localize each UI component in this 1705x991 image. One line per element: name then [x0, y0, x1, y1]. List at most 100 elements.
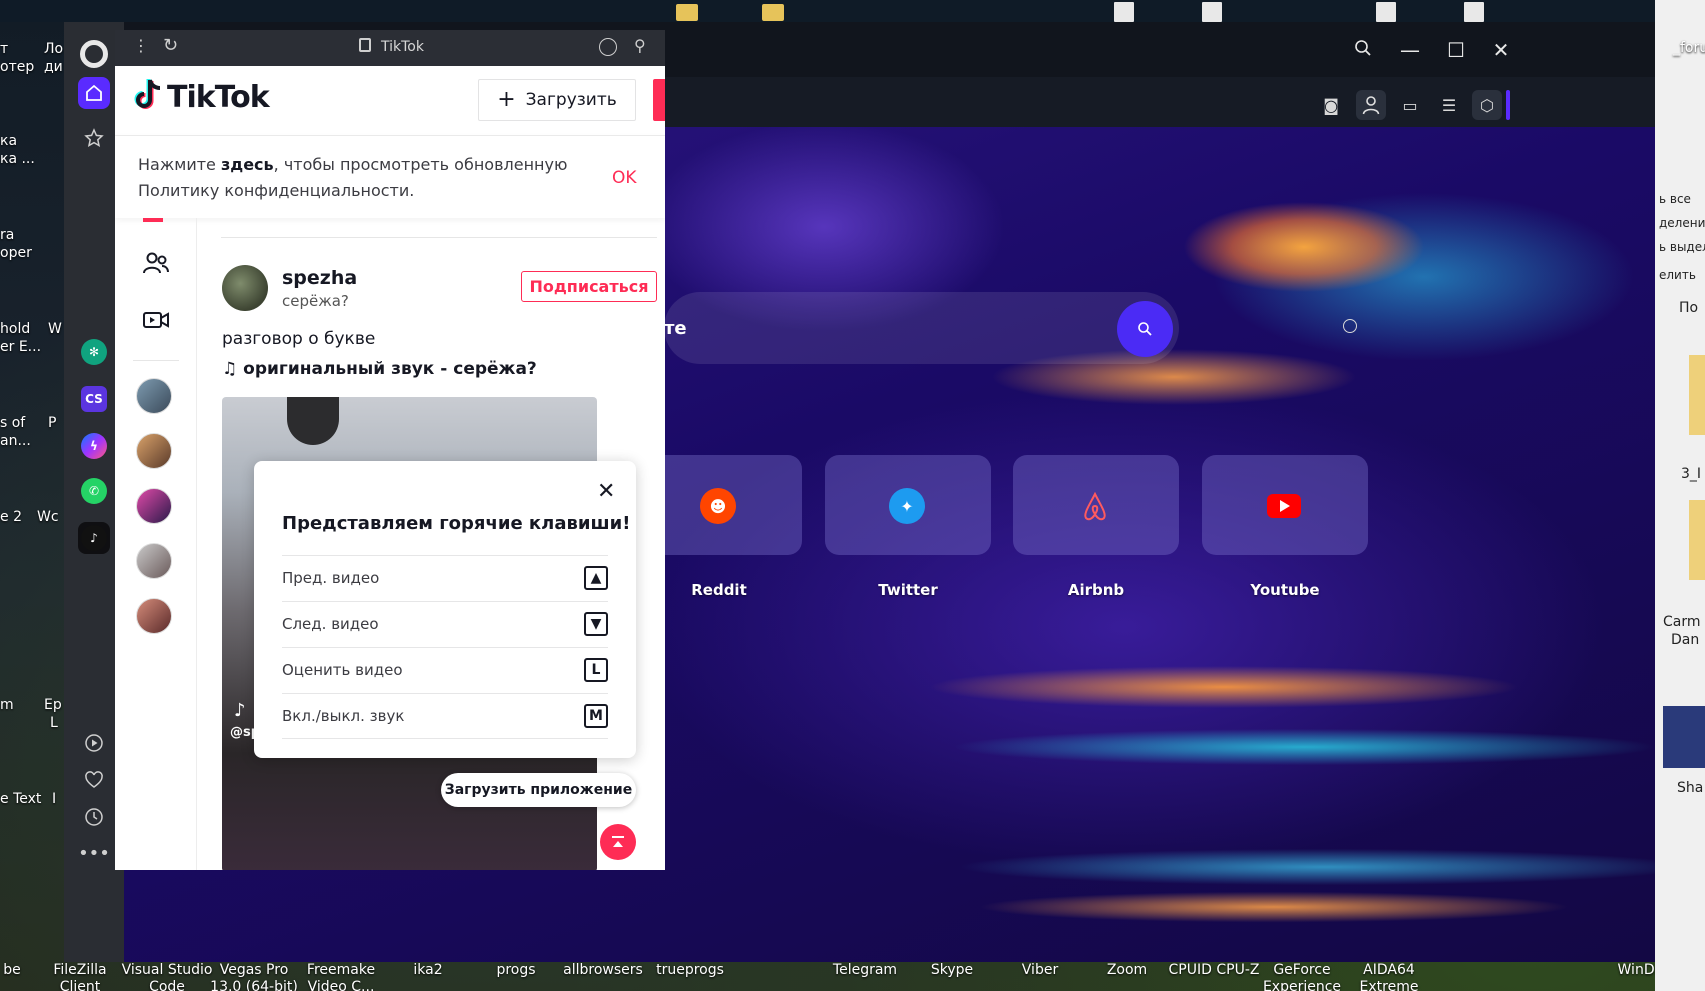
desktop-shortcut[interactable]: Zoom	[1077, 962, 1177, 979]
more-button[interactable]: •••	[78, 837, 110, 869]
login-button-edge[interactable]	[653, 79, 665, 121]
folder-icon[interactable]	[676, 4, 698, 21]
search-submit-button[interactable]	[1117, 301, 1173, 357]
desktop-label[interactable]: Wc	[37, 508, 59, 526]
folder-label[interactable]: 3_I	[1681, 466, 1701, 482]
folder-label[interactable]: Carm	[1663, 614, 1701, 630]
folder-label[interactable]: Dan	[1671, 632, 1699, 648]
desktop-shortcut[interactable]: Vegas Pro 13.0 (64-bit)	[204, 962, 304, 991]
desktop-shortcut[interactable]: FileZilla Client	[30, 962, 130, 991]
follow-button[interactable]: Подписаться	[521, 271, 657, 302]
hotkeys-close-button[interactable]: ✕	[597, 479, 615, 504]
desktop-label[interactable]: m	[0, 696, 14, 714]
menu-text[interactable]: елить	[1659, 268, 1696, 282]
sidebar-app-chatgpt[interactable]: ✻	[78, 336, 110, 368]
desktop-label[interactable]: hold	[0, 320, 30, 338]
desktop-shortcut[interactable]: Skype	[902, 962, 1002, 979]
folder-icon[interactable]	[1689, 500, 1705, 580]
nav-live[interactable]	[141, 305, 171, 335]
menu-text[interactable]: По	[1679, 300, 1698, 316]
tiktok-logo-text[interactable]: TikTok	[167, 80, 270, 115]
nav-following[interactable]	[141, 248, 171, 278]
desktop-shortcut[interactable]: GeForce Experience	[1252, 962, 1352, 991]
desktop-label[interactable]: ra	[0, 226, 14, 244]
favorites-button[interactable]	[78, 764, 110, 796]
sidebar-app-cs[interactable]: CS	[78, 383, 110, 415]
post-author-nickname[interactable]: серёжа?	[282, 292, 349, 310]
desktop-label[interactable]: W	[48, 320, 62, 338]
panel-menu-button[interactable]: ⋮	[133, 36, 149, 55]
desktop-label[interactable]: _foru	[1673, 40, 1705, 56]
desktop-shortcut[interactable]: Telegram	[815, 962, 915, 979]
folder-icon[interactable]	[762, 4, 784, 21]
close-window-button[interactable]: ✕	[1485, 36, 1517, 64]
opera-logo-icon[interactable]	[80, 40, 108, 68]
desktop-shortcut[interactable]: Visual Studio Code	[117, 962, 217, 991]
snapshot-button[interactable]: ◙	[1316, 90, 1346, 120]
folder-icon[interactable]	[1689, 355, 1705, 435]
post-music[interactable]: ♫ оригинальный звук - серёжа?	[222, 359, 537, 379]
avatar[interactable]	[136, 378, 172, 414]
home-button[interactable]	[78, 77, 110, 109]
maximize-button[interactable]: ☐	[1440, 36, 1472, 64]
desktop-label[interactable]: отер	[0, 58, 34, 76]
file-icon[interactable]	[1376, 2, 1396, 22]
file-label[interactable]: Sha	[1677, 780, 1703, 796]
avatar[interactable]	[136, 488, 172, 524]
desktop-shortcut[interactable]: allbrowsers	[553, 962, 653, 979]
privacy-ok-button[interactable]: OK	[612, 168, 637, 188]
avatar[interactable]	[136, 543, 172, 579]
tiktok-logo-icon[interactable]	[133, 78, 163, 112]
search-tabs-button[interactable]	[1347, 36, 1379, 64]
sidebar-app-tiktok[interactable]: ♪	[78, 522, 110, 554]
desktop-label[interactable]: er E...	[0, 338, 41, 356]
desktop-label[interactable]: т	[0, 40, 8, 58]
thumbnail-image[interactable]	[1663, 706, 1705, 768]
desktop-label[interactable]: ка ...	[0, 150, 35, 168]
desktop-label[interactable]: I	[52, 790, 56, 808]
bookmarks-button[interactable]	[78, 122, 110, 154]
desktop-label[interactable]: oper	[0, 244, 32, 262]
menu-text[interactable]: деление	[1659, 216, 1705, 230]
file-icon[interactable]	[1202, 2, 1222, 22]
desktop-label[interactable]: e Text	[0, 790, 41, 808]
get-app-button[interactable]: Загрузить приложение	[441, 773, 636, 807]
avatar[interactable]	[136, 433, 172, 469]
history-button[interactable]	[78, 801, 110, 833]
easy-setup-button[interactable]: ☰	[1434, 90, 1464, 120]
menu-text[interactable]: ь выдел	[1659, 240, 1705, 254]
scroll-to-top-button[interactable]	[600, 824, 636, 860]
sidebar-app-whatsapp[interactable]: ✆	[78, 475, 110, 507]
sidebar-app-messenger[interactable]: ϟ	[78, 430, 110, 462]
desktop-shortcut[interactable]: progs	[466, 962, 566, 979]
desktop-label[interactable]: ди	[44, 58, 63, 76]
player-button[interactable]	[78, 727, 110, 759]
post-author-name[interactable]: spezha	[282, 267, 357, 289]
desktop-shortcut[interactable]: Freemake Video C...	[291, 962, 391, 991]
file-icon[interactable]	[1114, 2, 1134, 22]
avatar[interactable]	[136, 598, 172, 634]
minimize-button[interactable]: —	[1394, 36, 1426, 64]
desktop-label[interactable]: an...	[0, 432, 31, 450]
profile-button[interactable]	[1356, 90, 1386, 120]
emoji-icon[interactable]	[1343, 319, 1357, 333]
desktop-label[interactable]: L	[50, 714, 58, 732]
post-author-avatar[interactable]	[222, 265, 268, 311]
start-page-search[interactable]: те	[664, 292, 1179, 364]
desktop-label[interactable]: Ep	[44, 696, 62, 714]
desktop-shortcut[interactable]: ika2	[378, 962, 478, 979]
desktop-label[interactable]: s of	[0, 414, 25, 432]
desktop-label[interactable]: e 2	[0, 508, 22, 526]
file-icon[interactable]	[1464, 2, 1484, 22]
battery-saver-button[interactable]: ▭	[1395, 90, 1425, 120]
menu-text[interactable]: ь все	[1659, 192, 1691, 206]
pin-icon[interactable]: ⚲	[634, 36, 646, 55]
desktop-label[interactable]: Ло	[44, 40, 63, 58]
reload-icon[interactable]: ↻	[163, 35, 178, 56]
desktop-shortcut[interactable]: AIDA64 Extreme	[1339, 962, 1439, 991]
desktop-shortcut[interactable]: CPUID CPU-Z	[1164, 962, 1264, 979]
privacy-link[interactable]: здесь	[221, 155, 274, 174]
desktop-label[interactable]: ка	[0, 132, 17, 150]
extensions-button[interactable]: ⬡	[1472, 90, 1502, 120]
desktop-shortcut[interactable]: Viber	[990, 962, 1090, 979]
